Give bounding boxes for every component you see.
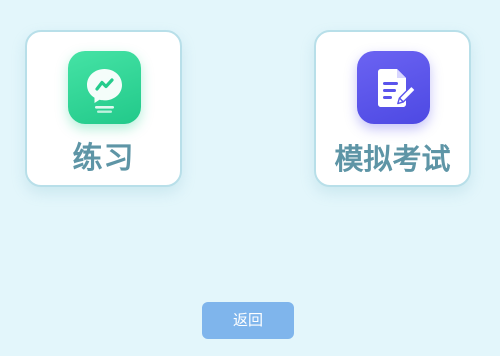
mock-exam-label: 模拟考试 bbox=[334, 142, 451, 176]
practice-card[interactable]: 练习 bbox=[25, 30, 182, 187]
back-button[interactable]: 返回 bbox=[202, 302, 294, 339]
mock-exam-card[interactable]: 模拟考试 bbox=[314, 30, 471, 187]
lightbulb-chat-icon bbox=[67, 51, 141, 124]
practice-label: 练习 bbox=[72, 141, 135, 176]
document-edit-icon bbox=[356, 51, 430, 124]
